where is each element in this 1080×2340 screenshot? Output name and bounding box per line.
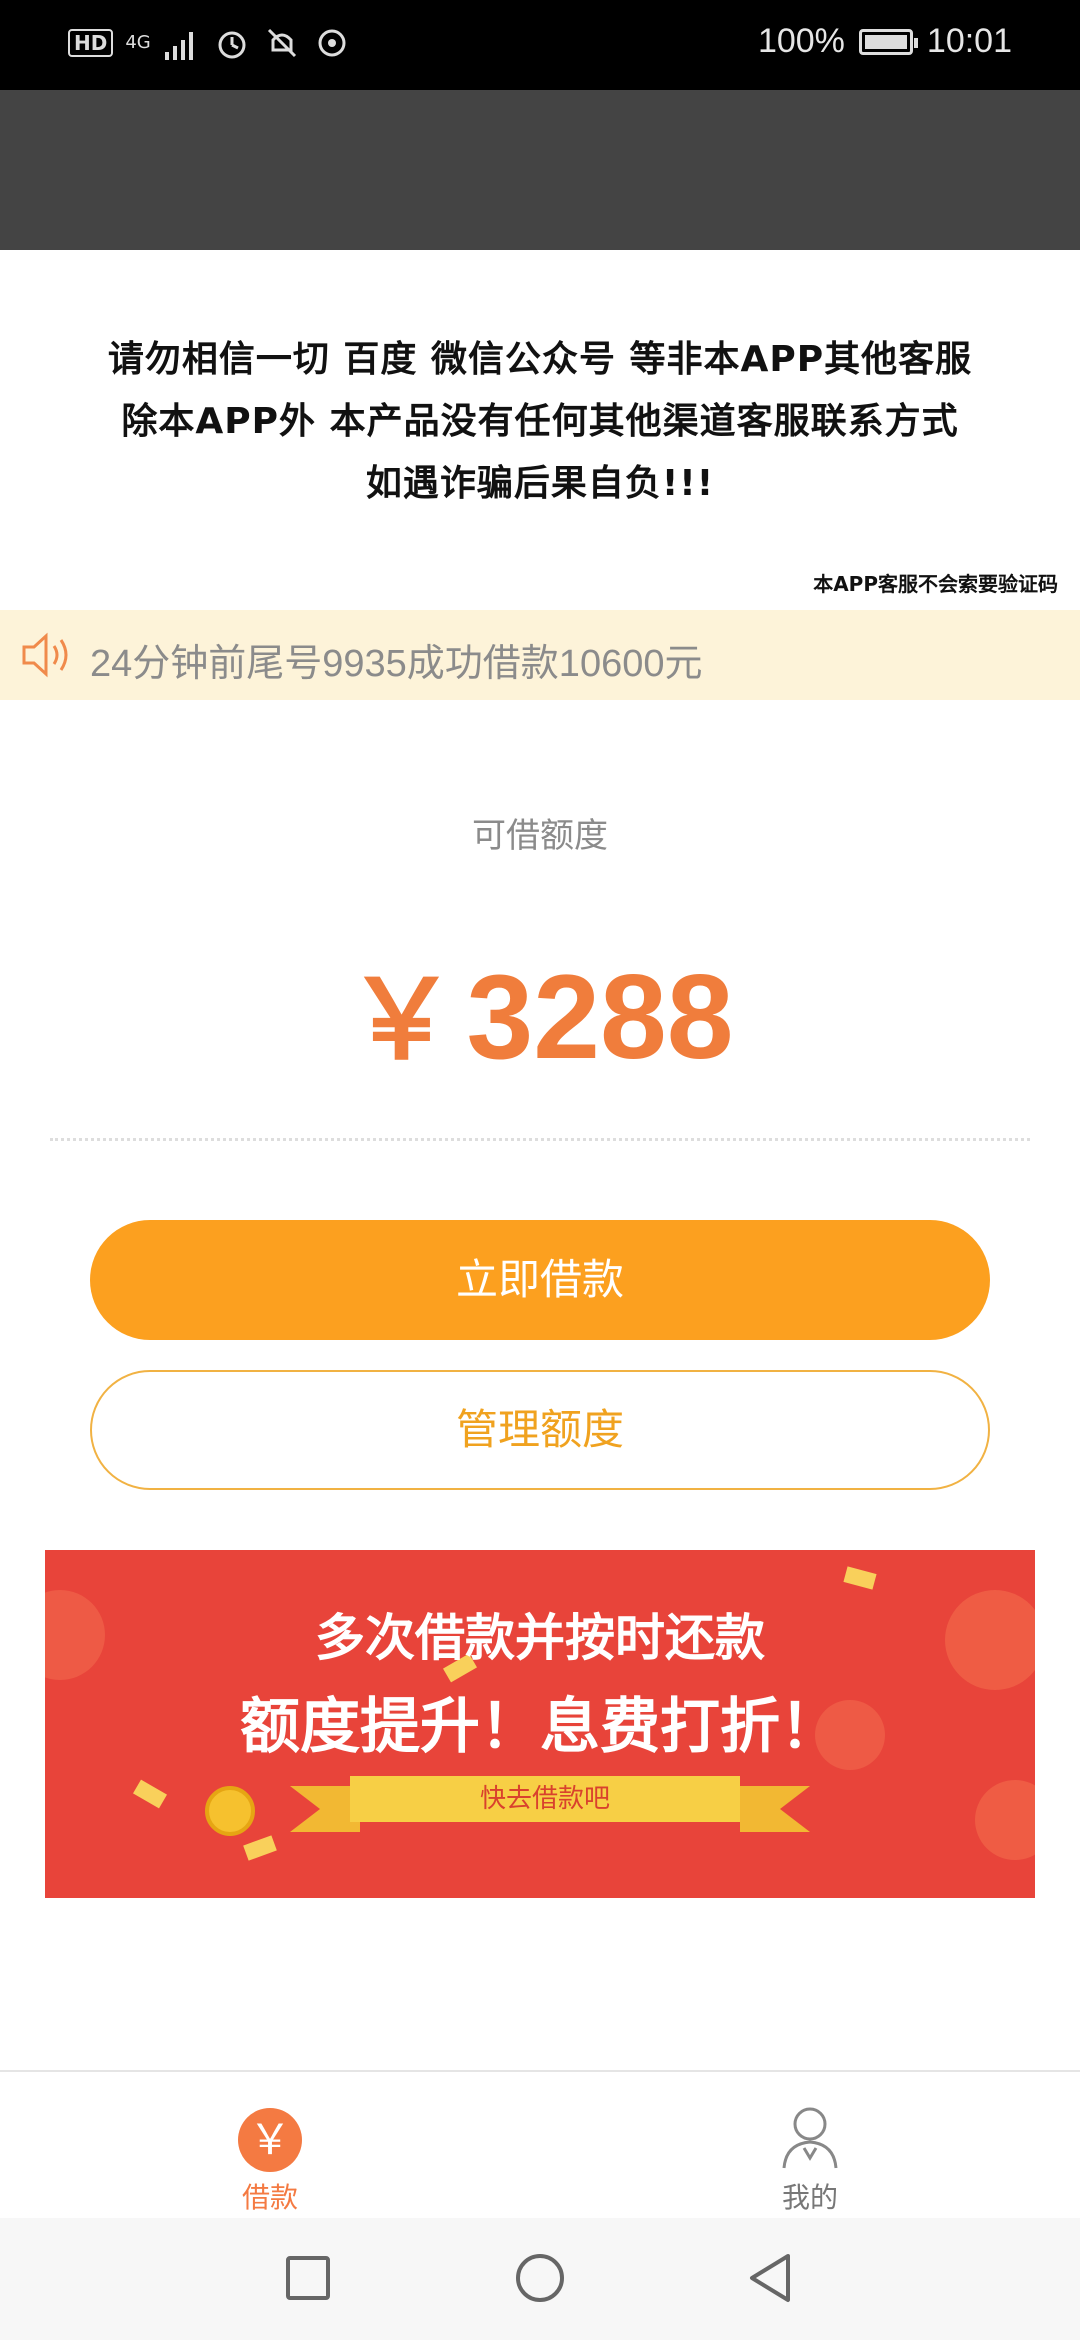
clock: 10:01 [926,22,1012,60]
system-nav-bar [0,2218,1080,2340]
banner-headline: 多次借款并按时还款 [315,1609,765,1667]
hd-badge: HD [68,29,114,57]
notice-line-1: 请勿相信一切 百度 微信公众号 等非本APP其他客服 [107,339,973,380]
network-label: 4G [125,32,151,53]
ticker-text: 24分钟前尾号9935成功借款10600元 [90,643,703,685]
tab-me-label: 我的 [781,2181,838,2214]
alarm-icon [218,31,246,59]
notice-line-3: 如遇诈骗后果自负!!! [365,463,715,504]
loan-ticker: 24分钟前尾号9935成功借款10600元 [0,610,1080,700]
status-left: HD 4G [68,24,351,62]
signal-icon [164,32,193,60]
app-header [0,90,1080,250]
decor-bill [133,1779,167,1809]
warning-notice: 请勿相信一切 百度 微信公众号 等非本APP其他客服 除本APP外 本产品没有任… [0,250,1080,610]
gold-coin-icon [205,1786,255,1836]
dotted-divider [50,1138,1030,1141]
home-icon[interactable] [510,2248,570,2308]
status-bar: HD 4G 100% 10:01 [0,0,1080,90]
available-limit-amount: ￥3288 [0,930,1080,1090]
tab-loan[interactable]: ￥ 借款 [0,2072,540,2220]
available-limit-label: 可借额度 [472,816,608,856]
tab-loan-label: 借款 [241,2181,298,2214]
banner-subheadline: 额度提升！息费打折！ [240,1692,840,1762]
promo-banner[interactable]: 多次借款并按时还款 额度提升！息费打折！ 快去借款吧 [45,1550,1035,1898]
manage-limit-button[interactable]: 管理额度 [90,1370,990,1490]
notice-line-2: 除本APP外 本产品没有任何其他渠道客服联系方式 [121,401,959,442]
recents-icon[interactable] [278,2248,338,2308]
decor-bill [243,1835,277,1861]
notice-verification-warning: 本APP客服不会索要验证码 [813,572,1058,596]
ribbon-tail-right [740,1786,810,1832]
status-right: 100% 10:01 [758,22,1012,61]
decor-bill [843,1566,877,1590]
mute-icon [267,28,296,58]
battery-percent: 100% [757,22,845,60]
yen-icon: ￥ [238,2108,302,2172]
banner-ribbon: 快去借款吧 [350,1776,740,1822]
amount-value: 3288 [466,950,734,1084]
battery-icon [858,28,918,55]
speaker-icon [22,632,68,678]
tab-me[interactable]: 我的 [540,2072,1080,2220]
back-icon[interactable] [742,2248,802,2308]
sync-icon [318,29,346,57]
decor-coin [975,1780,1035,1860]
borrow-now-button[interactable]: 立即借款 [90,1220,990,1340]
user-icon [782,2107,838,2169]
currency-symbol: ￥ [346,959,457,1082]
bottom-tab-bar: ￥ 借款 我的 [0,2070,1080,2220]
